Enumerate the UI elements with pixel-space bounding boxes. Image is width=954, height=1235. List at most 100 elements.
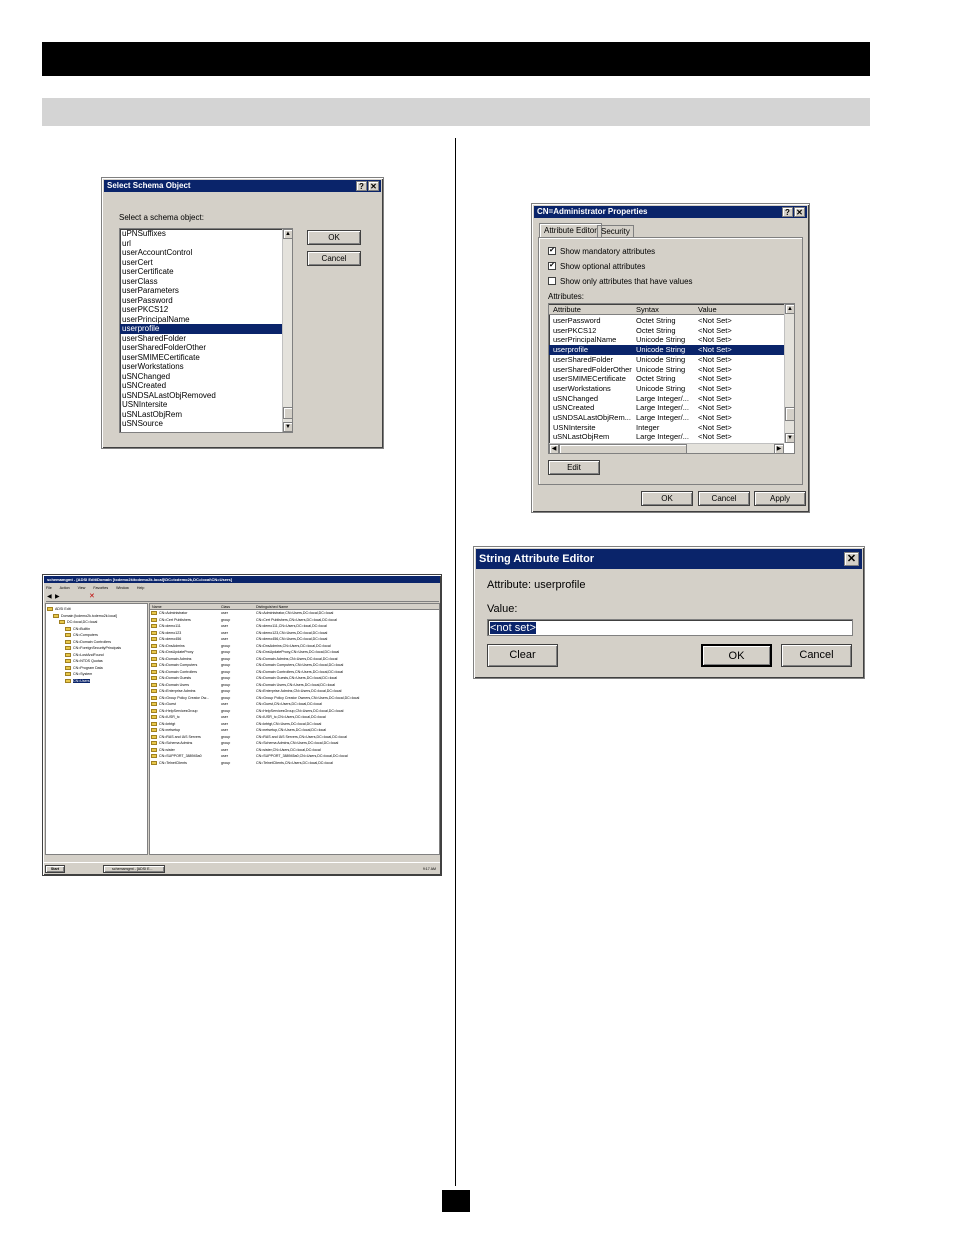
attribute-row[interactable]: userSharedFolder Unicode String <Not Set> — [549, 355, 784, 365]
schema-list-item[interactable]: userPrincipalName — [120, 315, 292, 325]
attribute-row[interactable]: userSMIMECertificate Octet String <Not Set… — [549, 374, 784, 384]
scroll-down-icon[interactable]: ▼ — [283, 422, 292, 432]
object-row[interactable]: CN=TelnetClients group CN=TelnetClients,CN… — [150, 760, 439, 767]
schema-list-item[interactable]: userPassword — [120, 296, 292, 306]
menu-favorites[interactable]: Favorites — [93, 586, 108, 590]
attributes-scrollbar[interactable]: ▲ ▼ — [784, 304, 794, 443]
ok-button[interactable]: OK — [701, 644, 772, 667]
folder-icon — [151, 708, 157, 713]
schema-list-item[interactable]: userAccountControl — [120, 248, 292, 258]
mandatory-checkbox[interactable]: ✔ — [548, 247, 556, 255]
ok-button[interactable]: OK — [307, 230, 361, 245]
scroll-up-icon[interactable]: ▲ — [283, 229, 292, 239]
taskbar-item[interactable]: schemamgmt - [ADSI E... — [103, 865, 165, 873]
schema-list-item[interactable]: userParameters — [120, 286, 292, 296]
tab-security[interactable]: Security — [597, 225, 634, 237]
schema-list-item[interactable]: uSNLastObjRem — [120, 410, 292, 420]
scroll-right-icon[interactable]: ▶ — [774, 444, 784, 453]
attribute-row[interactable]: userSharedFolderOther Unicode String <Not … — [549, 365, 784, 375]
cancel-button[interactable]: Cancel — [307, 251, 361, 266]
schema-list-item[interactable]: userClass — [120, 277, 292, 287]
tree-node-label: CN=LostAndFound — [73, 652, 104, 657]
schema-list-item[interactable]: userCertificate — [120, 267, 292, 277]
schema-list-item[interactable]: userWorkstations — [120, 362, 292, 372]
apply-button[interactable]: Apply — [754, 491, 806, 506]
attribute-value: <Not Set> — [698, 374, 732, 384]
menu-action[interactable]: Action — [60, 586, 70, 590]
schema-list-item[interactable]: userSMIMECertificate — [120, 353, 292, 363]
folder-icon — [151, 689, 157, 693]
scroll-left-icon[interactable]: ◀ — [549, 444, 559, 453]
attribute-row[interactable]: userprofile Unicode String <Not Set> — [549, 345, 784, 355]
cancel-button[interactable]: Cancel — [698, 491, 750, 506]
forward-icon[interactable]: ▶ — [55, 594, 61, 600]
attribute-name: userPrincipalName — [553, 335, 617, 345]
attribute-row[interactable]: uSNCreated Large Integer/... <Not Set> — [549, 403, 784, 413]
tree-node[interactable]: CN=Users — [47, 678, 147, 685]
schema-list-item[interactable]: userSharedFolderOther — [120, 343, 292, 353]
schema-list-item[interactable]: uSNSource — [120, 419, 292, 429]
schema-list-item[interactable]: userPKCS12 — [120, 305, 292, 315]
optional-checkbox[interactable]: ✔ — [548, 262, 556, 270]
schema-list-item[interactable]: uSNDSALastObjRemoved — [120, 391, 292, 401]
column-value[interactable]: Value — [698, 305, 717, 315]
schema-list-item[interactable]: userSharedFolder — [120, 334, 292, 344]
close-icon[interactable]: ✕ — [844, 552, 859, 566]
section-bar — [42, 98, 870, 126]
schema-list-item[interactable]: userCert — [120, 258, 292, 268]
attribute-row[interactable]: userWorkstations Unicode String <Not Set> — [549, 384, 784, 394]
schema-list-item[interactable]: USNIntersite — [120, 400, 292, 410]
header-bar — [42, 42, 870, 76]
schema-list-item[interactable]: userprofile — [120, 324, 292, 334]
cancel-button[interactable]: Cancel — [781, 644, 852, 667]
object-name: CN=TelnetClients — [159, 760, 187, 765]
attribute-value: userprofile — [534, 579, 586, 591]
menu-help[interactable]: Help — [137, 586, 144, 590]
value-field[interactable]: <not set> — [487, 619, 853, 636]
close-icon[interactable]: ✕ — [368, 181, 379, 191]
attribute-row[interactable]: userPassword Octet String <Not Set> — [549, 316, 784, 326]
schema-list-item[interactable]: url — [120, 239, 292, 249]
help-icon[interactable]: ? — [356, 181, 367, 191]
scroll-up-icon[interactable]: ▲ — [785, 304, 794, 314]
attributes-hscrollbar[interactable]: ◀ ▶ — [549, 443, 784, 453]
start-button[interactable]: Start — [45, 865, 65, 873]
schema-list-item[interactable]: uPNSuffixes — [120, 229, 292, 239]
schema-list-scrollbar[interactable]: ▲ ▼ — [282, 229, 292, 432]
help-icon[interactable]: ? — [782, 207, 793, 217]
schema-object-list[interactable]: uPNSuffixes url userAccountControl userCert… — [119, 228, 293, 433]
folder-icon — [151, 637, 157, 641]
scroll-thumb[interactable] — [559, 444, 687, 453]
menu-file[interactable]: File — [46, 586, 52, 590]
column-attribute[interactable]: Attribute — [553, 305, 581, 315]
back-icon[interactable]: ◀ — [47, 594, 53, 600]
attributes-table[interactable]: Attribute Syntax Value userPassword Octet… — [548, 303, 795, 454]
clear-button[interactable]: Clear — [487, 644, 558, 667]
menu-view[interactable]: View — [78, 586, 86, 590]
attribute-row[interactable]: uSNLastObjRem Large Integer/... <Not Set> — [549, 432, 784, 442]
close-icon[interactable]: ✕ — [794, 207, 805, 217]
attribute-value: <Not Set> — [698, 422, 732, 432]
window-titlebar: schemamgmt - [ADSI Edit\Domain [tcdemo2k… — [44, 576, 440, 583]
attribute-syntax: Octet String — [636, 325, 676, 335]
attribute-row[interactable]: USNIntersite Integer <Not Set> — [549, 423, 784, 433]
attribute-row[interactable]: uSNDSALastObjRem... Large Integer/... <Not… — [549, 413, 784, 423]
list-pane: Name Class Distinguished Name CN=Adminis… — [149, 603, 440, 855]
attribute-row[interactable]: userPKCS12 Octet String <Not Set> — [549, 326, 784, 336]
attribute-row[interactable]: userPrincipalName Unicode String <Not Set> — [549, 335, 784, 345]
value-text: <not set> — [490, 622, 536, 634]
schema-list-item[interactable]: uSNChanged — [120, 372, 292, 382]
tab-attribute-editor[interactable]: Attribute Editor — [539, 223, 602, 237]
values-only-checkbox[interactable] — [548, 277, 556, 285]
delete-icon[interactable]: ✕ — [89, 593, 95, 600]
ok-button[interactable]: OK — [641, 491, 693, 506]
attribute-row[interactable]: uSNChanged Large Integer/... <Not Set> — [549, 394, 784, 404]
schema-list-item[interactable]: uSNCreated — [120, 381, 292, 391]
menu-window[interactable]: Window — [116, 586, 129, 590]
toolbar: ◀ ▶ ✕ — [46, 593, 439, 602]
column-syntax[interactable]: Syntax — [636, 305, 659, 315]
scroll-thumb[interactable] — [283, 407, 292, 419]
scroll-thumb[interactable] — [785, 407, 794, 421]
edit-button[interactable]: Edit — [548, 460, 600, 475]
scroll-down-icon[interactable]: ▼ — [785, 433, 794, 443]
